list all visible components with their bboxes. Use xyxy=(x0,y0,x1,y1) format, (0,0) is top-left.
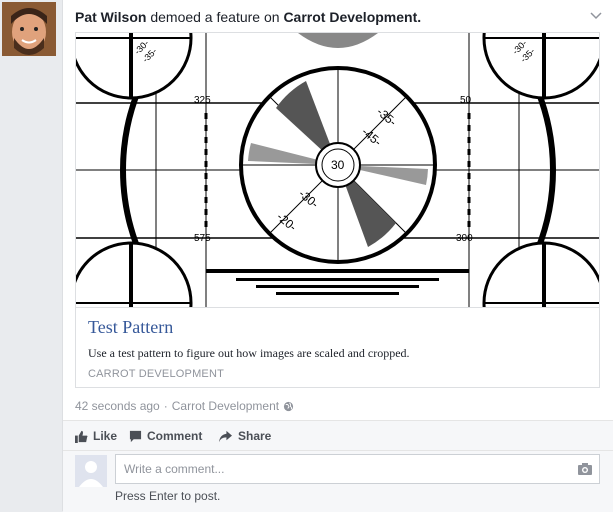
tp-label-center: 30 xyxy=(331,158,345,172)
story-header: Pat Wilson demoed a feature on Carrot De… xyxy=(75,9,421,25)
timestamp-link[interactable]: 42 seconds ago xyxy=(75,399,160,413)
meta-separator: · xyxy=(163,399,168,413)
comment-icon xyxy=(129,430,142,442)
attachment-text[interactable]: Test Pattern Use a test pattern to figur… xyxy=(76,307,599,387)
tp-label-575: 575 xyxy=(194,233,211,244)
like-label: Like xyxy=(93,429,118,443)
viewer-avatar xyxy=(75,455,107,487)
globe-icon[interactable] xyxy=(283,401,294,412)
author-name-link[interactable]: Pat Wilson xyxy=(75,9,146,25)
page-link[interactable]: Carrot Development xyxy=(172,399,279,413)
attachment-source: CARROT DEVELOPMENT xyxy=(88,368,225,380)
like-button[interactable]: Like xyxy=(75,429,117,443)
comment-box xyxy=(115,454,600,484)
author-avatar[interactable] xyxy=(2,2,56,56)
comment-label: Comment xyxy=(147,429,203,443)
tp-label-325: 325 xyxy=(194,95,211,106)
comment-button[interactable]: Comment xyxy=(129,429,202,443)
tp-label-300: 300 xyxy=(456,233,473,244)
story-action-text: demoed a feature on xyxy=(150,9,280,25)
share-button[interactable]: Share xyxy=(218,429,271,443)
action-bar: Like Comment Share xyxy=(63,420,613,451)
comment-input[interactable] xyxy=(116,455,572,483)
thumbs-up-icon xyxy=(75,430,88,443)
press-enter-hint: Press Enter to post. xyxy=(115,489,221,503)
feed-story: Pat Wilson demoed a feature on Carrot De… xyxy=(62,0,613,512)
test-pattern-image[interactable]: 325 50 575 300 30 -35- -45- -30- -20- -3… xyxy=(76,33,599,307)
story-meta: 42 seconds ago · Carrot Development xyxy=(75,399,294,413)
link-attachment[interactable]: 325 50 575 300 30 -35- -45- -30- -20- -3… xyxy=(75,32,600,388)
attachment-title[interactable]: Test Pattern xyxy=(88,317,173,338)
tp-label-50: 50 xyxy=(460,95,472,106)
attachment-description: Use a test pattern to figure out how ima… xyxy=(88,346,410,360)
share-label: Share xyxy=(238,429,272,443)
comment-section: Press Enter to post. xyxy=(63,450,613,512)
page-name-link[interactable]: Carrot Development. xyxy=(283,9,421,25)
camera-icon[interactable] xyxy=(577,462,593,476)
share-arrow-icon xyxy=(219,430,232,442)
chevron-down-icon[interactable] xyxy=(589,8,603,22)
